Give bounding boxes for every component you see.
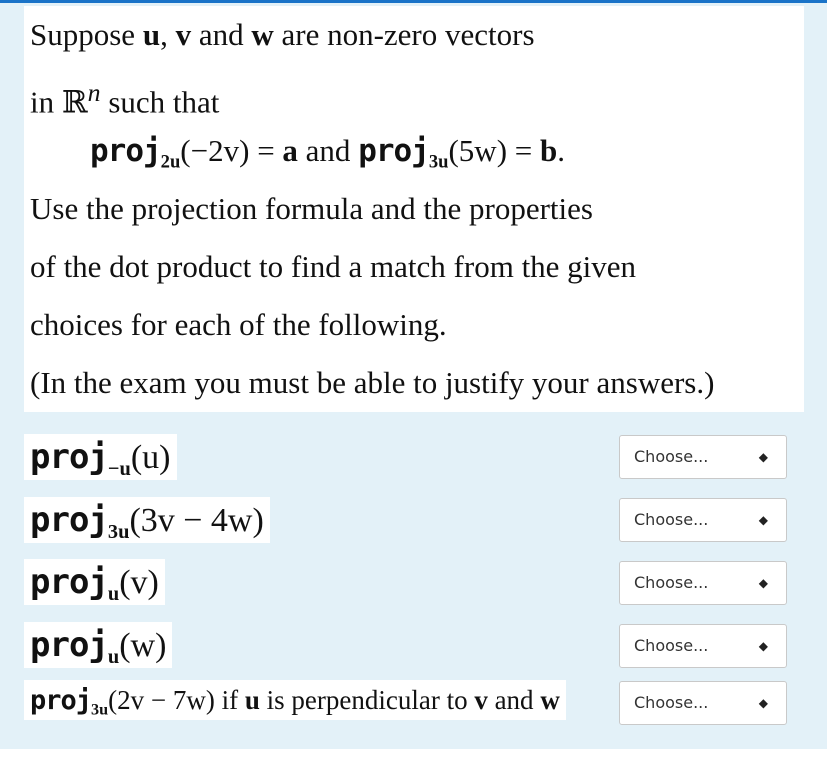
question-4-label: proju(w) bbox=[24, 622, 173, 668]
intro-line-5: of the dot product to find a match from … bbox=[30, 249, 637, 284]
question-1-select[interactable]: Choose... ◆ bbox=[619, 435, 787, 479]
up-down-arrow-icon: ◆ bbox=[758, 696, 768, 710]
up-down-arrow-icon: ◆ bbox=[758, 576, 768, 590]
intro-line-6: choices for each of the following. bbox=[30, 307, 447, 342]
question-2-label: proj3u(3v − 4w) bbox=[24, 497, 270, 543]
intro-line-1: Suppose u, v and w are non-zero vectors bbox=[30, 17, 535, 52]
question-1-label: proj−u(u) bbox=[24, 434, 177, 480]
up-down-arrow-icon: ◆ bbox=[758, 513, 768, 527]
intro-line-7: (In the exam you must be able to justify… bbox=[30, 365, 715, 400]
given-equation: proj2u(−2v) = a and proj3u(5w) = b. bbox=[90, 133, 566, 173]
question-text: Suppose u, v and w are non-zero vectors … bbox=[24, 6, 804, 412]
question-3-select[interactable]: Choose... ◆ bbox=[619, 561, 787, 605]
question-4-select[interactable]: Choose... ◆ bbox=[619, 624, 787, 668]
up-down-arrow-icon: ◆ bbox=[758, 450, 768, 464]
question-panel: Suppose u, v and w are non-zero vectors … bbox=[0, 3, 827, 749]
intro-line-2: in ℝn such that bbox=[30, 78, 220, 120]
question-3-label: proju(v) bbox=[24, 559, 165, 605]
intro-line-4: Use the projection formula and the prope… bbox=[30, 191, 593, 226]
up-down-arrow-icon: ◆ bbox=[758, 639, 768, 653]
question-2-select[interactable]: Choose... ◆ bbox=[619, 498, 787, 542]
question-5-label: proj3u(2v − 7w) if u is perpendicular to… bbox=[24, 680, 566, 720]
question-5-select[interactable]: Choose... ◆ bbox=[619, 681, 787, 725]
